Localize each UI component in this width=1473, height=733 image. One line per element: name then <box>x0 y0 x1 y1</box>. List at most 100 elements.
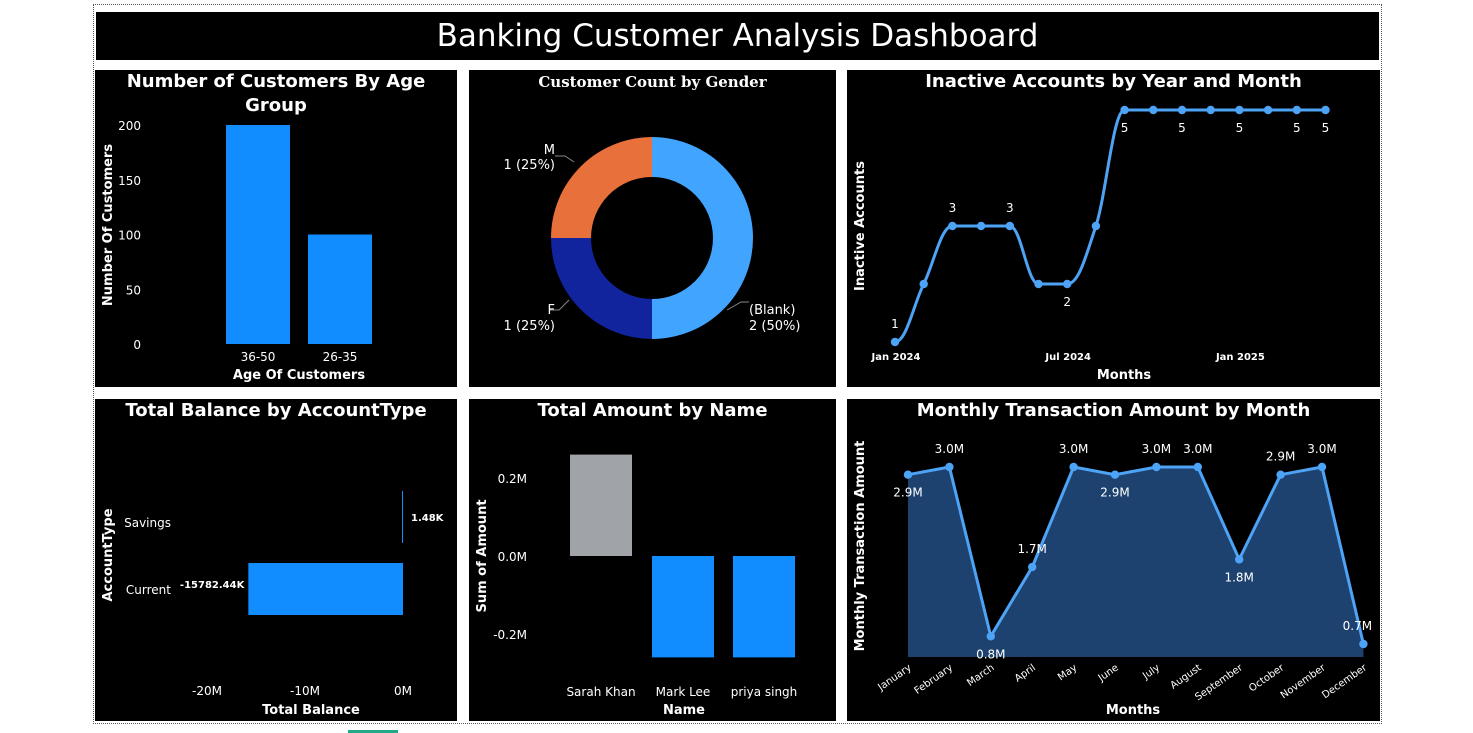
x-tick-label: Mark Lee <box>656 685 711 699</box>
bar <box>308 234 372 344</box>
x-tick-label: 0M <box>394 684 412 698</box>
x-axis-label: Total Balance <box>262 703 360 718</box>
data-point <box>1120 105 1129 115</box>
slice-value-label: 1 (25%) <box>504 158 555 173</box>
y-tick-label: 0.0M <box>498 550 527 564</box>
x-axis-label: Age Of Customers <box>233 368 365 383</box>
data-point <box>1235 105 1244 115</box>
y-tick-label: -0.2M <box>493 628 527 642</box>
y-tick-label: 200 <box>118 119 141 133</box>
slice-label: M <box>544 143 555 158</box>
x-tick-label: Jul 2024 <box>1044 352 1091 363</box>
y-tick-label: 150 <box>118 174 141 188</box>
data-point <box>1063 279 1072 289</box>
area-fill <box>908 467 1364 657</box>
panel-customers-by-gender[interactable]: Customer Count by Gender (Blank) 2 (50%) F… <box>469 70 836 387</box>
data-point <box>1359 639 1368 649</box>
y-tick-label: Current <box>126 583 171 597</box>
y-tick-label: 0.2M <box>498 472 527 486</box>
data-point <box>986 632 995 641</box>
data-point <box>1292 105 1301 115</box>
data-label: 3.0M <box>1307 442 1336 456</box>
x-tick-label: -20M <box>192 684 222 698</box>
x-tick-label: Sarah Khan <box>566 685 635 699</box>
x-tick-label: March <box>965 662 996 688</box>
x-axis-label: Months <box>1106 703 1161 718</box>
x-tick-label: -10M <box>290 684 320 698</box>
bar <box>226 125 290 344</box>
data-point <box>976 221 986 231</box>
data-point <box>1263 105 1273 115</box>
data-label: 1 <box>891 317 899 331</box>
data-label: 3 <box>949 201 957 215</box>
data-label: -15782.44K <box>180 580 246 591</box>
panel-balance-by-account-type[interactable]: Total Balance by AccountType Savings 1.48… <box>95 399 457 721</box>
data-point <box>1193 462 1202 472</box>
data-point <box>1069 462 1078 472</box>
x-axis-label: Months <box>1097 368 1152 383</box>
x-axis-label: Name <box>663 703 705 718</box>
data-point <box>1206 105 1215 115</box>
bar <box>402 491 403 543</box>
x-tick-label: February <box>913 662 956 696</box>
data-label: 2.9M <box>1100 486 1129 500</box>
slice-value-label: 1 (25%) <box>504 319 555 334</box>
data-label: 1.8M <box>1224 570 1253 584</box>
slice-value-label: 2 (50%) <box>749 319 800 334</box>
slice-label: (Blank) <box>749 303 795 318</box>
data-point <box>1152 462 1161 472</box>
x-tick-label: May <box>1056 662 1079 683</box>
data-label: 3.0M <box>1183 442 1212 456</box>
bar <box>570 454 632 556</box>
data-point <box>1177 105 1187 115</box>
data-point <box>919 279 928 289</box>
data-point <box>1321 105 1330 115</box>
leader-line <box>726 301 749 311</box>
data-label: 3.0M <box>1059 442 1088 456</box>
data-point <box>1034 279 1043 289</box>
y-axis-label: AccountType <box>101 508 116 601</box>
bar <box>248 563 403 615</box>
data-point <box>903 470 913 479</box>
data-point <box>890 337 900 347</box>
data-point <box>1091 221 1101 231</box>
x-tick-label: priya singh <box>731 685 798 699</box>
y-axis-label: Monthly Transaction Amount <box>853 441 868 652</box>
donut-slice <box>551 137 652 238</box>
x-tick-label: December <box>1320 662 1370 701</box>
y-tick-label: Savings <box>124 516 171 530</box>
panel-customers-by-age[interactable]: Number of Customers By Age Group 0 50 100 1… <box>95 70 457 387</box>
data-label: 3.0M <box>1142 442 1171 456</box>
y-axis-label: Number Of Customers <box>101 144 116 306</box>
data-label: 0.7M <box>1343 619 1372 633</box>
panel-monthly-transactions[interactable]: Monthly Transaction Amount by Month 2.9M… <box>847 399 1380 721</box>
x-tick-label: Jan 2024 <box>871 352 921 363</box>
data-label: 1.48K <box>411 513 445 524</box>
slice-label: F <box>548 303 555 318</box>
data-point <box>1235 555 1244 564</box>
data-point <box>948 221 957 231</box>
x-tick-label: 26-35 <box>323 350 358 364</box>
series-line <box>894 108 1326 344</box>
data-label: 5 <box>1236 121 1244 135</box>
data-point <box>1317 462 1327 472</box>
bar <box>652 556 714 658</box>
data-point <box>1110 470 1120 479</box>
data-label: 2 <box>1063 295 1071 309</box>
y-tick-label: 100 <box>118 229 141 243</box>
gender-donut-chart: (Blank)2 (50%)F1 (25%)M1 (25%) <box>504 137 800 339</box>
monthly-transaction-area-chart: 2.9M 3.0M 0.8M 1.7M 3.0M 2.9M 3.0M 3.0M 1.8M 2.9M… <box>853 441 1372 718</box>
data-label: 2.9M <box>893 486 922 500</box>
x-tick-label: January <box>876 662 914 693</box>
panel-amount-by-name[interactable]: Total Amount by Name 0.2M 0.0M -0.2M Sarah … <box>469 399 836 721</box>
data-label: 0.8M <box>976 647 1005 661</box>
x-tick-label: June <box>1096 662 1121 684</box>
data-label: 5 <box>1121 121 1129 135</box>
x-tick-label: August <box>1169 662 1204 691</box>
y-tick-label: 0 <box>133 338 141 352</box>
data-label: 5 <box>1293 121 1301 135</box>
data-point <box>1005 221 1014 231</box>
panel-inactive-accounts[interactable]: Inactive Accounts by Year and Month 1332… <box>847 70 1380 387</box>
leader-line <box>555 155 575 163</box>
amount-bar-chart: 0.2M 0.0M -0.2M Sarah Khan Mark Lee priya sin… <box>475 454 798 718</box>
